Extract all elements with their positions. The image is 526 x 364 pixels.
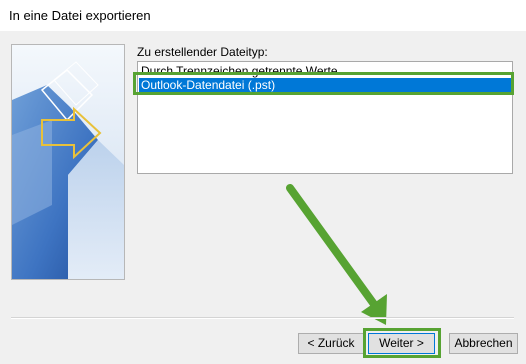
- title-bar: In eine Datei exportieren: [0, 0, 526, 31]
- file-type-label: Zu erstellender Dateityp:: [137, 45, 268, 59]
- list-item-pst[interactable]: Outlook-Datendatei (.pst): [139, 78, 511, 92]
- cancel-button[interactable]: Abbrechen: [449, 333, 518, 354]
- window-title: In eine Datei exportieren: [9, 8, 151, 23]
- file-type-listbox[interactable]: Durch Trennzeichen getrennte Werte Outlo…: [137, 61, 513, 174]
- back-button[interactable]: < Zurück: [298, 333, 364, 354]
- next-button[interactable]: Weiter >: [368, 333, 435, 354]
- wizard-illustration: [11, 44, 125, 280]
- footer-separator: [11, 317, 514, 319]
- list-item-csv[interactable]: Durch Trennzeichen getrennte Werte: [139, 64, 511, 78]
